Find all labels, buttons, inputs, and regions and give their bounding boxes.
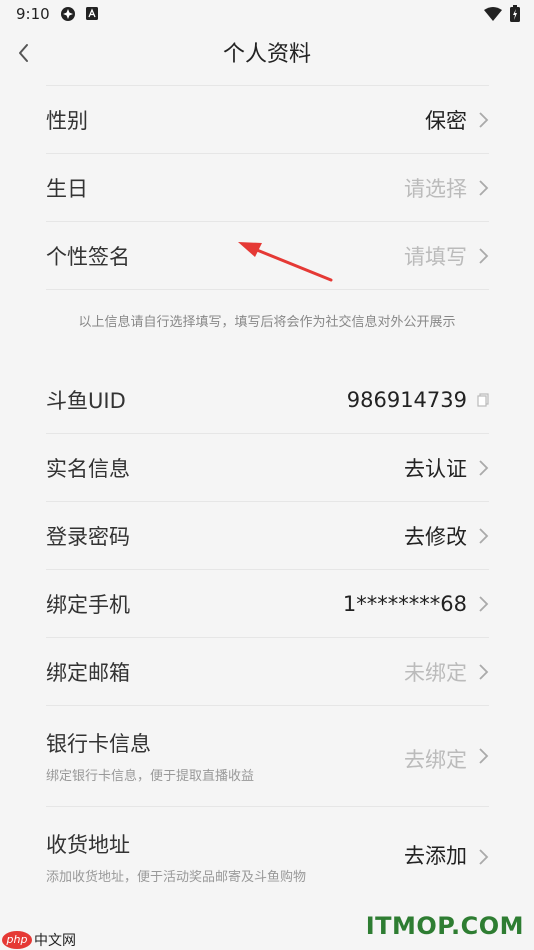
privacy-notice: 以上信息请自行选择填写，填写后将会作为社交信息对外公开展示 — [78, 315, 456, 330]
status-time: 9:10 — [16, 5, 50, 23]
gender-row[interactable]: 性别 保密 — [46, 86, 489, 154]
php-logo: php — [2, 931, 32, 949]
nav-bar: 个人资料 — [0, 28, 534, 78]
bankcard-label: 银行卡信息 — [46, 732, 151, 756]
phone-row[interactable]: 绑定手机 1********68 — [46, 570, 489, 638]
password-label: 登录密码 — [46, 524, 130, 549]
chevron-right-icon — [479, 459, 489, 476]
realname-row[interactable]: 实名信息 去认证 — [46, 434, 489, 502]
profile-settings-group: 性别 保密 生日 请选择 个性签名 请填写 — [46, 85, 489, 290]
bankcard-subtitle: 绑定银行卡信息，便于提取直播收益 — [46, 769, 255, 784]
signature-row[interactable]: 个性签名 请填写 — [46, 222, 489, 290]
birthday-row[interactable]: 生日 请选择 — [46, 154, 489, 222]
signature-value: 请填写 — [404, 244, 467, 269]
text-notification-icon — [86, 7, 98, 24]
battery-icon — [510, 5, 520, 26]
gender-value: 保密 — [425, 108, 467, 133]
chevron-right-icon — [479, 179, 489, 196]
chevron-right-icon — [479, 849, 489, 865]
chevron-right-icon — [479, 111, 489, 128]
account-settings-group: 斗鱼UID 986914739 实名信息 去认证 登录密码 去修改 绑定手机 1… — [46, 366, 489, 907]
birthday-label: 生日 — [46, 176, 88, 201]
birthday-value: 请选择 — [404, 176, 467, 201]
chevron-right-icon — [479, 663, 489, 680]
address-row[interactable]: 收货地址 添加收货地址，便于活动奖品邮寄及斗鱼购物 去添加 — [46, 807, 489, 907]
password-row[interactable]: 登录密码 去修改 — [46, 502, 489, 570]
chevron-right-icon — [479, 748, 489, 764]
bankcard-value: 去绑定 — [404, 748, 467, 772]
address-subtitle: 添加收货地址，便于活动奖品邮寄及斗鱼购物 — [46, 870, 307, 885]
password-value: 去修改 — [404, 524, 467, 549]
uid-row[interactable]: 斗鱼UID 986914739 — [46, 366, 489, 434]
uid-label: 斗鱼UID — [46, 388, 126, 413]
bankcard-row[interactable]: 银行卡信息 绑定银行卡信息，便于提取直播收益 去绑定 — [46, 706, 489, 807]
page-title: 个人资料 — [222, 42, 311, 67]
itmop-watermark: ITMOP.COM — [365, 912, 524, 940]
php-cn-text: 中文网 — [34, 933, 76, 949]
email-label: 绑定邮箱 — [46, 660, 130, 685]
php-watermark: php 中文网 — [2, 930, 76, 950]
realname-value: 去认证 — [404, 456, 467, 481]
email-value: 未绑定 — [404, 660, 467, 685]
copy-icon[interactable] — [477, 392, 489, 407]
address-label: 收货地址 — [46, 833, 130, 857]
chevron-right-icon — [479, 595, 489, 612]
gender-label: 性别 — [46, 108, 88, 133]
realname-label: 实名信息 — [46, 456, 130, 481]
status-bar: 9:10 — [0, 0, 534, 28]
chevron-right-icon — [479, 247, 489, 264]
email-row[interactable]: 绑定邮箱 未绑定 — [46, 638, 489, 706]
phone-value: 1********68 — [342, 591, 467, 616]
uid-value: 986914739 — [346, 387, 467, 412]
signature-label: 个性签名 — [46, 244, 130, 269]
phone-label: 绑定手机 — [46, 592, 130, 617]
chevron-right-icon — [479, 527, 489, 544]
address-value: 去添加 — [404, 844, 467, 868]
wifi-icon — [484, 7, 502, 25]
app-notification-icon — [60, 6, 76, 26]
